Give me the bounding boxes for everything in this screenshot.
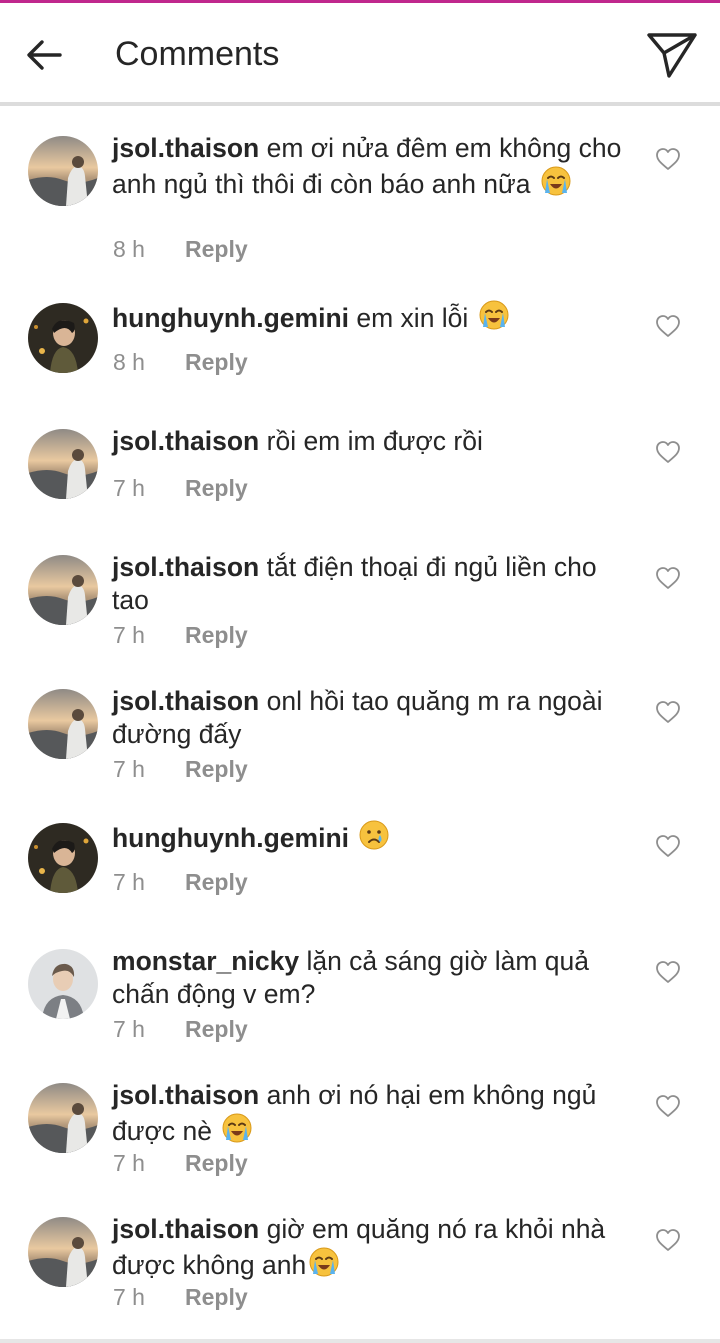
comment-time: 8 h — [113, 236, 145, 262]
comment-time: 7 h — [113, 622, 145, 648]
heart-icon — [656, 1229, 680, 1251]
like-button[interactable] — [652, 696, 684, 728]
heart-icon — [656, 961, 680, 983]
avatar[interactable] — [28, 1217, 98, 1287]
reply-button[interactable]: Reply — [185, 1016, 248, 1042]
loudly-crying-face-icon — [221, 1112, 253, 1152]
like-button[interactable] — [652, 1224, 684, 1256]
avatar[interactable] — [28, 949, 98, 1019]
loudly-crying-face-icon — [478, 299, 510, 339]
reply-button[interactable]: Reply — [185, 236, 248, 262]
comment-username[interactable]: jsol.thaison — [112, 552, 259, 582]
comment-username[interactable]: jsol.thaison — [112, 686, 259, 716]
avatar[interactable] — [28, 303, 98, 373]
comment-username[interactable]: jsol.thaison — [112, 426, 259, 456]
comment-time: 7 h — [113, 1016, 145, 1042]
comment-time: 7 h — [113, 1284, 145, 1310]
comment-body: em xin lỗi — [356, 303, 469, 333]
loudly-crying-face-icon — [308, 1246, 340, 1286]
heart-icon — [656, 315, 680, 337]
avatar[interactable] — [28, 136, 98, 206]
avatar[interactable] — [28, 429, 98, 499]
reply-button[interactable]: Reply — [185, 1284, 248, 1310]
reply-button[interactable]: Reply — [185, 1150, 248, 1176]
like-button[interactable] — [652, 143, 684, 175]
comment-username[interactable]: monstar_nicky — [112, 946, 299, 976]
comment-time: 7 h — [113, 869, 145, 895]
arrow-left-icon — [27, 40, 62, 70]
reply-button[interactable]: Reply — [185, 475, 248, 501]
comment-time: 8 h — [113, 349, 145, 375]
like-button[interactable] — [652, 436, 684, 468]
comment-username[interactable]: hunghuynh.gemini — [112, 303, 349, 333]
bottom-divider — [0, 1339, 720, 1343]
heart-icon — [656, 441, 680, 463]
share-button[interactable] — [644, 29, 700, 81]
reply-button[interactable]: Reply — [185, 349, 248, 375]
paper-plane-icon — [647, 33, 697, 78]
heart-icon — [656, 835, 680, 857]
avatar[interactable] — [28, 555, 98, 625]
comment-username[interactable]: jsol.thaison — [112, 1080, 259, 1110]
comment-time: 7 h — [113, 756, 145, 782]
comments-header: Comments — [0, 3, 720, 103]
like-button[interactable] — [652, 830, 684, 862]
comment-time: 7 h — [113, 475, 145, 501]
avatar[interactable] — [28, 823, 98, 893]
avatar[interactable] — [28, 689, 98, 759]
heart-icon — [656, 1095, 680, 1117]
header-divider — [0, 102, 720, 106]
comment-username[interactable]: jsol.thaison — [112, 133, 259, 163]
like-button[interactable] — [652, 562, 684, 594]
reply-button[interactable]: Reply — [185, 869, 248, 895]
comment-body: rồi em im được rồi — [266, 426, 483, 456]
like-button[interactable] — [652, 956, 684, 988]
like-button[interactable] — [652, 310, 684, 342]
avatar[interactable] — [28, 1083, 98, 1153]
comment-time: 7 h — [113, 1150, 145, 1176]
heart-icon — [656, 148, 680, 170]
comment-username[interactable]: hunghuynh.gemini — [112, 823, 349, 853]
heart-icon — [656, 567, 680, 589]
loudly-crying-face-icon — [540, 165, 572, 205]
page-title: Comments — [115, 35, 280, 73]
crying-face-icon — [358, 819, 390, 859]
like-button[interactable] — [652, 1090, 684, 1122]
heart-icon — [656, 701, 680, 723]
back-button[interactable] — [22, 33, 66, 77]
reply-button[interactable]: Reply — [185, 622, 248, 648]
reply-button[interactable]: Reply — [185, 756, 248, 782]
comment-username[interactable]: jsol.thaison — [112, 1214, 259, 1244]
